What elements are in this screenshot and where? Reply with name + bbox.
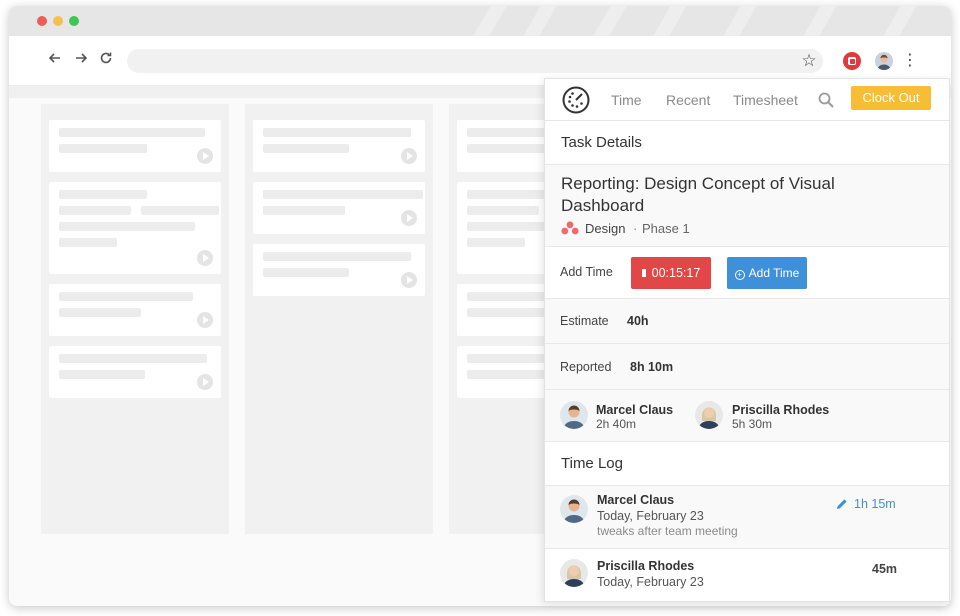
- reported-label: Reported: [560, 360, 612, 374]
- decorative-stripe: [791, 6, 843, 36]
- add-time-label: Add Time: [560, 265, 613, 279]
- log-note: tweaks after team meeting: [597, 524, 738, 538]
- placeholder-card: [253, 182, 425, 234]
- user-name: Marcel Claus: [596, 403, 674, 417]
- maximize-window-button[interactable]: [69, 16, 79, 26]
- forward-arrow-icon[interactable]: [71, 51, 91, 71]
- decorative-stripe: [711, 6, 763, 36]
- separator: ·: [633, 221, 638, 236]
- placeholder-card: [49, 346, 221, 398]
- avatar-priscilla: [695, 401, 723, 429]
- board-column: [245, 104, 433, 534]
- play-icon: [401, 272, 417, 288]
- asana-icon: [561, 221, 579, 235]
- user-time: 5h 30m: [732, 417, 773, 431]
- log-date: Today, February 23: [597, 509, 704, 523]
- board-column: [41, 104, 229, 534]
- play-icon: [197, 250, 213, 266]
- estimate-value: 40h: [627, 314, 649, 328]
- decorative-stripe: [641, 6, 693, 36]
- plus-circle-icon: +: [734, 270, 745, 280]
- timer-extension-icon[interactable]: [843, 52, 861, 70]
- star-icon[interactable]: ☆: [798, 50, 820, 72]
- placeholder-card: [49, 120, 221, 172]
- back-arrow-icon[interactable]: [45, 51, 65, 71]
- close-window-button[interactable]: [37, 16, 47, 26]
- address-bar[interactable]: [127, 49, 823, 73]
- profile-avatar[interactable]: [875, 52, 893, 70]
- play-icon: [401, 148, 417, 164]
- reload-icon[interactable]: [96, 51, 116, 71]
- minimize-window-button[interactable]: [53, 16, 63, 26]
- task-details-heading: Task Details: [561, 134, 642, 151]
- divider: [545, 548, 949, 549]
- log-duration: 45m: [872, 562, 898, 576]
- clock-out-button[interactable]: Clock Out: [851, 86, 931, 110]
- play-icon: [197, 148, 213, 164]
- time-log-heading: Time Log: [561, 455, 623, 472]
- user-name: Priscilla Rhodes: [732, 403, 830, 417]
- edit-pencil-icon[interactable]: [836, 498, 848, 510]
- task-title: Reporting: Design Concept of Visual Dash…: [561, 174, 835, 215]
- title-bar: [9, 6, 951, 36]
- play-icon: [197, 312, 213, 328]
- search-icon[interactable]: [817, 91, 835, 109]
- placeholder-card: [49, 182, 221, 274]
- log-user-name: Marcel Claus: [597, 493, 675, 507]
- project-phase: Phase 1: [642, 221, 690, 236]
- divider: [545, 441, 949, 442]
- decorative-stripe: [871, 6, 923, 36]
- stop-timer-button[interactable]: 00:15:17: [631, 257, 711, 289]
- placeholder-card: [253, 244, 425, 296]
- log-user-name: Priscilla Rhodes: [597, 559, 695, 573]
- decorative-stripe: [581, 6, 633, 36]
- project-name: Design: [585, 221, 626, 236]
- decorative-stripe: [461, 6, 513, 36]
- avatar-priscilla: [560, 559, 588, 587]
- avatar-marcel: [560, 401, 588, 429]
- placeholder-card: [49, 284, 221, 336]
- log-duration[interactable]: 1h 15m: [854, 497, 896, 511]
- decorative-stripe: [511, 6, 563, 36]
- tab-time[interactable]: Time: [611, 92, 642, 108]
- add-time-button-label: Add Time: [748, 266, 800, 280]
- timer-value: 00:15:17: [651, 266, 701, 280]
- divider: [545, 246, 949, 247]
- avatar-marcel: [560, 495, 588, 523]
- user-time: 2h 40m: [596, 417, 637, 431]
- tab-timesheet[interactable]: Timesheet: [733, 92, 798, 108]
- play-icon: [401, 210, 417, 226]
- play-icon: [197, 374, 213, 390]
- more-menu-icon[interactable]: ⋮: [902, 50, 918, 72]
- stop-icon: [641, 269, 646, 277]
- placeholder-card: [253, 120, 425, 172]
- estimate-label: Estimate: [560, 314, 609, 328]
- popup-header: Time Recent Timesheet Clock Out: [545, 79, 949, 121]
- add-time-button[interactable]: + Add Time: [727, 257, 807, 289]
- timer-logo-icon[interactable]: [561, 85, 591, 115]
- log-date: Today, February 23: [597, 575, 704, 589]
- reported-value: 8h 10m: [630, 360, 674, 374]
- tab-recent[interactable]: Recent: [666, 92, 710, 108]
- task-details-popup: Time Recent Timesheet Clock Out Task Det…: [544, 78, 950, 602]
